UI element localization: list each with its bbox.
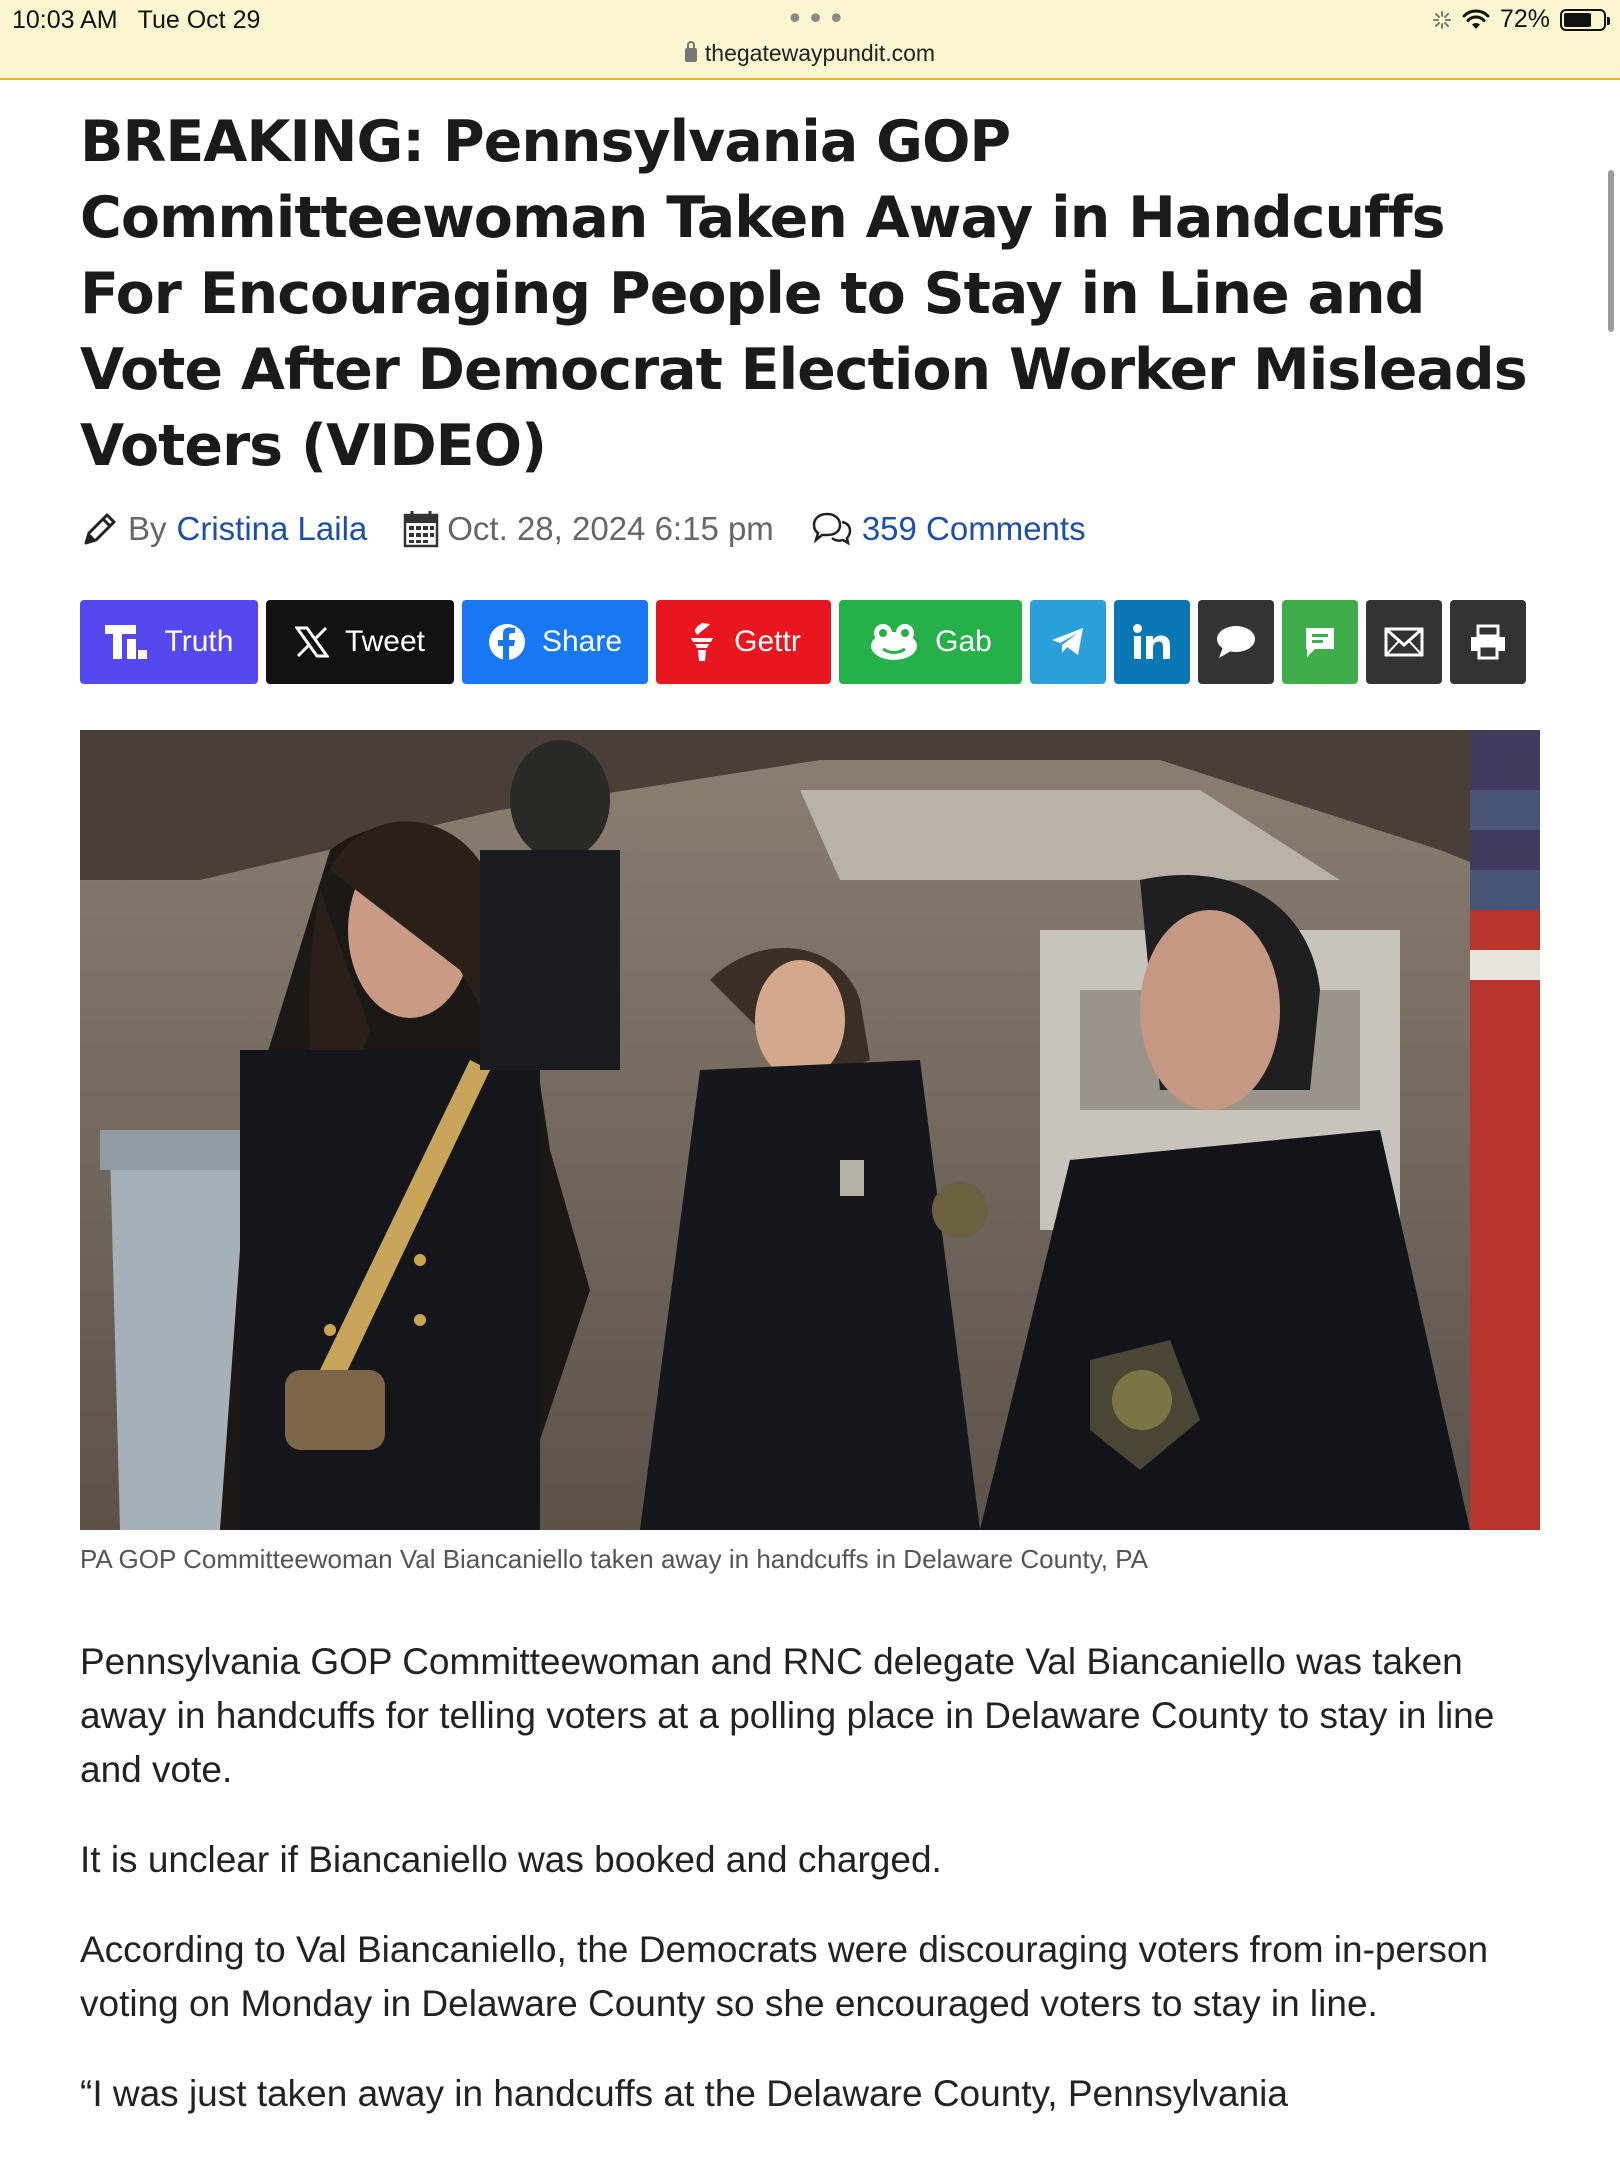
linkedin-icon [1133,624,1170,659]
truth-social-icon [104,625,147,659]
article-headline: BREAKING: Pennsylvania GOP Committeewoma… [80,109,1528,479]
email-icon [1384,627,1424,657]
share-linkedin-button[interactable] [1114,600,1190,684]
browser-top-bar: 10:03 AM Tue Oct 29 ••• 72% thegatewaypun… [0,0,1620,80]
author-link[interactable]: Cristina Laila [177,510,368,548]
share-x-button[interactable]: Tweet [266,600,454,684]
share-truth-button[interactable]: Truth [80,600,258,684]
author-meta: By Cristina Laila [80,509,367,549]
by-label: By [128,510,167,547]
print-icon [1471,624,1505,660]
lock-icon [684,41,697,62]
paragraph: “I was just taken away in handcuffs at t… [80,2073,1288,2114]
tab-overview-dots[interactable]: ••• [786,2,848,37]
share-email-button[interactable] [1366,600,1442,684]
gettr-icon [691,623,714,661]
address-bar[interactable]: thegatewaypundit.com [0,40,1620,67]
comments-link[interactable]: 359 Comments [862,510,1086,548]
status-indicators: 72% [1432,5,1610,34]
article-hero-image [80,730,1540,1530]
page-scrollbar[interactable] [1608,170,1614,332]
comment-icon [1217,626,1255,658]
status-time: 10:03 AM Tue Oct 29 [12,6,261,34]
share-sms-button[interactable] [1282,600,1358,684]
comments-meta: 359 Comments [810,510,1086,548]
url-text: thegatewaypundit.com [704,40,936,66]
telegram-icon [1052,628,1083,655]
paragraph: It is unclear if Biancaniello was booked… [80,1839,942,1880]
paragraph: Pennsylvania GOP Committeewoman and RNC … [80,1641,1495,1790]
date-meta: Oct. 28, 2024 6:15 pm [403,510,774,548]
print-button[interactable] [1450,600,1526,684]
facebook-icon [488,624,525,661]
battery-icon [1560,8,1610,31]
pencil-icon [84,513,116,545]
share-buttons: Truth Tweet Share Gettr Gab [80,600,1540,684]
share-facebook-button[interactable]: Share [462,600,648,684]
article-body: Pennsylvania GOP Committeewoman and RNC … [80,1635,1540,2121]
share-telegram-button[interactable] [1030,600,1106,684]
share-gab-button[interactable]: Gab [839,600,1022,684]
share-gettr-button[interactable]: Gettr [656,600,831,684]
article: BREAKING: Pennsylvania GOP Committeewoma… [80,104,1540,2157]
calendar-icon [404,511,439,548]
publish-date: Oct. 28, 2024 6:15 pm [447,510,774,547]
paragraph: According to Val Biancaniello, the Democ… [80,1929,1489,2024]
arrest-photo [80,730,1540,1530]
article-meta: By Cristina Laila Oct. 28, 2024 6:15 pm [80,504,1540,554]
activity-spinner-icon [1432,10,1451,29]
comments-icon [812,512,852,546]
x-icon [294,626,329,658]
wifi-icon [1462,9,1490,29]
sms-icon [1306,628,1334,657]
battery-percent: 72% [1499,5,1550,33]
gab-icon [871,624,918,660]
share-comment-button[interactable] [1198,600,1274,684]
image-caption: PA GOP Committeewoman Val Biancaniello t… [80,1544,1148,1574]
